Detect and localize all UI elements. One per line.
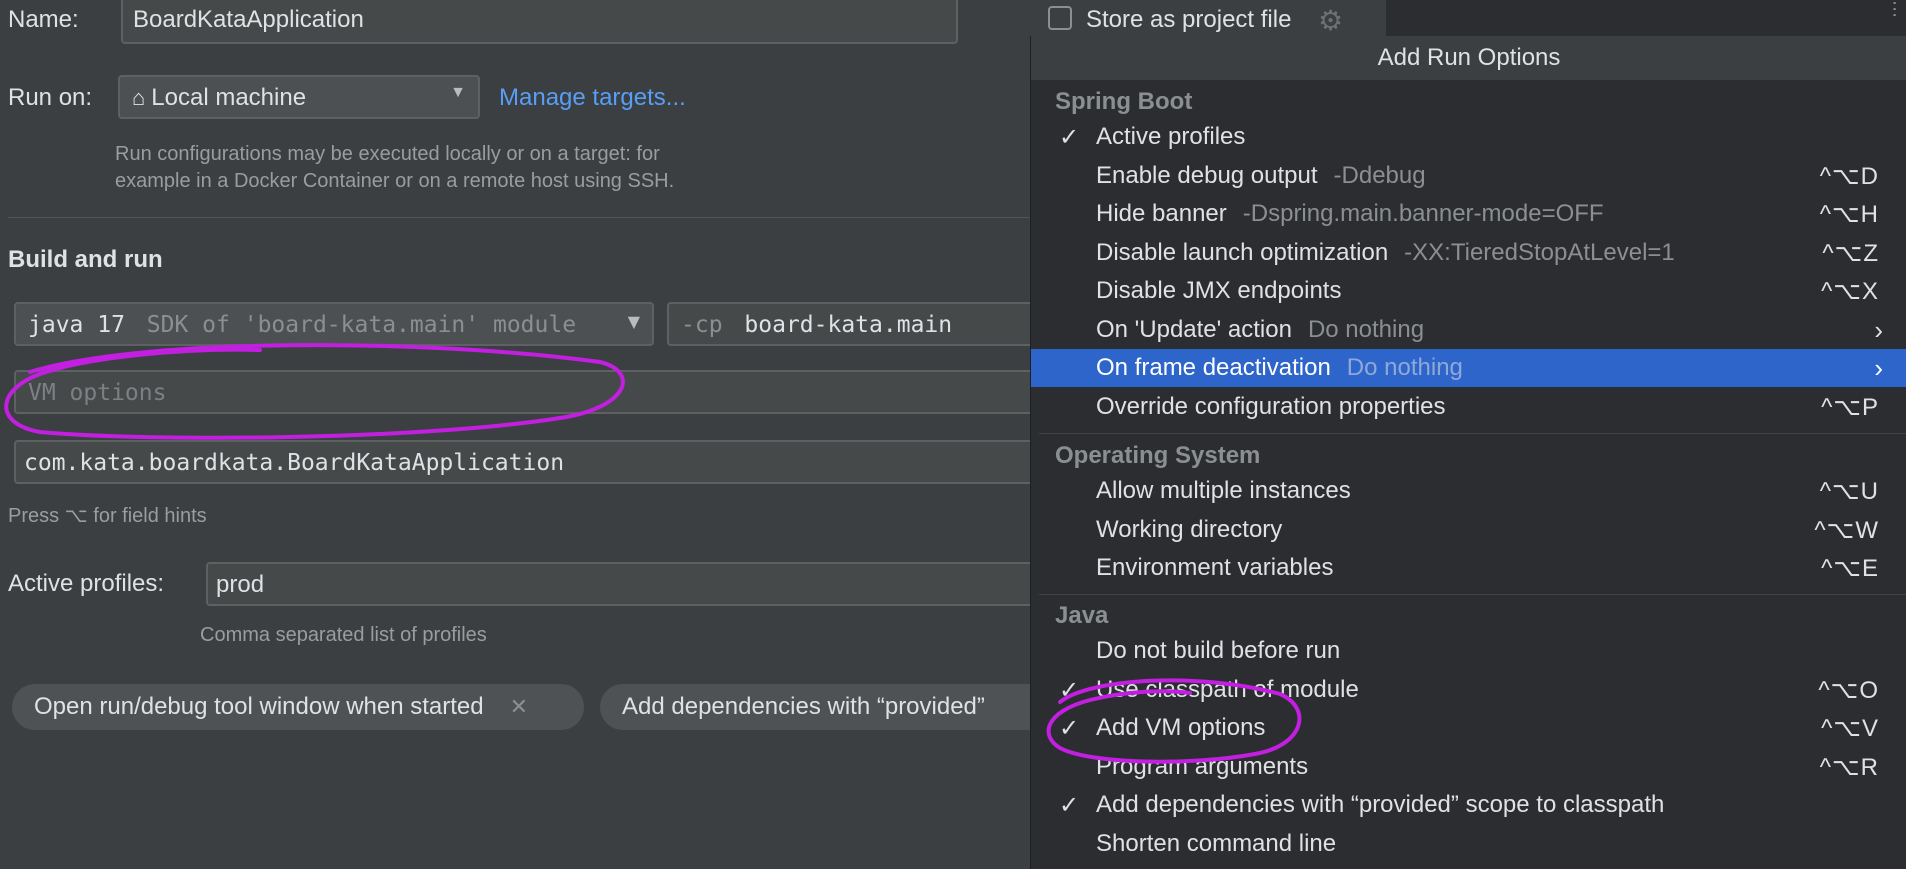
option-disable-launch-optimization[interactable]: Disable launch optimization -XX:TieredSto… (1031, 234, 1906, 272)
option-shortcut: ^⌥R (1819, 753, 1879, 781)
store-as-project-label: Store as project file (1086, 6, 1292, 33)
option-label: On 'Update' action (1096, 316, 1292, 343)
add-run-options-popup: Add Run Options Spring Boot ✓ Active pro… (1030, 36, 1906, 869)
cp-flag: -cp (681, 312, 723, 338)
option-label: Disable JMX endpoints (1096, 277, 1342, 304)
option-label: On frame deactivation (1096, 354, 1331, 381)
option-shortcut: ^⌥V (1821, 714, 1879, 742)
option-override-configuration-properties[interactable]: Override configuration properties ^⌥P (1031, 388, 1906, 426)
option-add-dependencies-provided[interactable]: ✓ Add dependencies with “provided” scope… (1031, 786, 1906, 824)
option-disable-jmx-endpoints[interactable]: Disable JMX endpoints ^⌥X (1031, 272, 1906, 310)
sdk-dropdown[interactable]: java 17 SDK of 'board-kata.main' module … (14, 302, 654, 346)
manage-targets-link[interactable]: Manage targets... (499, 84, 686, 112)
background-panel (1386, 0, 1906, 36)
close-icon[interactable]: ✕ (510, 694, 528, 720)
option-shortcut: ^⌥E (1821, 554, 1879, 582)
option-label: Environment variables (1096, 554, 1334, 581)
run-on-hint-line-2: example in a Docker Container or on a re… (115, 170, 675, 192)
cp-value: board-kata.main (744, 312, 953, 338)
run-on-hint-line-1: Run configurations may be executed local… (115, 143, 660, 165)
option-use-classpath-of-module[interactable]: ✓ Use classpath of module ^⌥O (1031, 671, 1906, 709)
chevron-down-icon: ▼ (450, 84, 466, 101)
option-label: Add dependencies with “provided” scope t… (1096, 791, 1665, 818)
option-shorten-command-line[interactable]: Shorten command line (1031, 825, 1906, 863)
option-label: Hide banner (1096, 200, 1227, 227)
option-on-update-action[interactable]: On 'Update' action Do nothing › (1031, 311, 1906, 349)
section-spring-boot: Spring Boot (1055, 88, 1193, 115)
run-on-label: Run on: (8, 84, 93, 111)
option-detail: Do nothing (1307, 316, 1425, 343)
option-shortcut: ^⌥X (1821, 277, 1879, 305)
active-profiles-hint: Comma separated list of profiles (200, 624, 487, 646)
sdk-detail: SDK of 'board-kata.main' module (146, 312, 577, 338)
option-label: Add VM options (1096, 714, 1266, 741)
option-detail: Do nothing (1346, 354, 1463, 381)
option-shortcut: ^⌥H (1819, 200, 1879, 228)
option-label: Program arguments (1096, 753, 1309, 780)
option-label: Do not build before run (1096, 637, 1341, 664)
option-shortcut: ^⌥P (1821, 393, 1879, 421)
chevron-right-icon: › (1874, 352, 1883, 383)
option-label: Enable debug output (1096, 162, 1318, 189)
sdk-java-version: java 17 (28, 312, 125, 338)
option-label: Override configuration properties (1096, 393, 1446, 420)
check-icon: ✓ (1058, 676, 1080, 704)
home-icon: ⌂ (132, 85, 146, 110)
option-working-directory[interactable]: Working directory ^⌥W (1031, 511, 1906, 549)
store-as-project-checkbox[interactable] (1048, 6, 1072, 30)
option-shortcut: ^⌥D (1819, 162, 1879, 190)
name-label: Name: (8, 6, 79, 33)
option-enable-debug-output[interactable]: Enable debug output -Ddebug ^⌥D (1031, 157, 1906, 195)
build-and-run-header: Build and run (8, 246, 163, 273)
divider (1039, 433, 1906, 434)
name-field[interactable]: BoardKataApplication (121, 0, 958, 44)
option-on-frame-deactivation[interactable]: On frame deactivation Do nothing › (1031, 349, 1906, 387)
option-add-vm-options[interactable]: ✓ Add VM options ^⌥V (1031, 709, 1906, 747)
chip-label: Open run/debug tool window when started (34, 693, 484, 720)
vm-options-field[interactable]: VM options (14, 370, 1044, 414)
divider (1039, 594, 1906, 595)
gear-icon[interactable]: ⚙ (1318, 4, 1343, 37)
option-shortcut: ^⌥W (1814, 516, 1879, 544)
run-on-dropdown[interactable]: ⌂ Local machine ▼ (118, 75, 480, 119)
option-active-profiles[interactable]: ✓ Active profiles (1031, 118, 1906, 156)
option-label: Active profiles (1096, 123, 1246, 150)
divider (8, 217, 1030, 218)
check-icon: ✓ (1058, 714, 1080, 742)
option-environment-variables[interactable]: Environment variables ^⌥E (1031, 549, 1906, 587)
main-class-field[interactable]: com.kata.boardkata.BoardKataApplication (14, 440, 1044, 484)
option-shortcut: ^⌥O (1818, 676, 1879, 704)
option-detail: -XX:TieredStopAtLevel=1 (1404, 239, 1675, 266)
option-shortcut: ^⌥U (1819, 477, 1879, 505)
section-operating-system: Operating System (1055, 442, 1261, 469)
option-detail: -Ddebug (1333, 162, 1426, 189)
side-tool-tab[interactable]: ⋯ (1878, 0, 1906, 36)
option-program-arguments[interactable]: Program arguments ^⌥R (1031, 748, 1906, 786)
option-hide-banner[interactable]: Hide banner -Dspring.main.banner-mode=OFF… (1031, 195, 1906, 233)
option-allow-multiple-instances[interactable]: Allow multiple instances ^⌥U (1031, 472, 1906, 510)
classpath-field[interactable]: -cp board-kata.main (667, 302, 1047, 346)
check-icon: ✓ (1058, 791, 1080, 819)
check-icon: ✓ (1058, 123, 1080, 151)
option-label: Disable launch optimization (1096, 239, 1389, 266)
popup-title: Add Run Options (1031, 36, 1906, 80)
chevron-down-icon: ▼ (627, 312, 640, 331)
field-hints-text: Press ⌥ for field hints (8, 505, 207, 527)
option-do-not-build-before-run[interactable]: Do not build before run (1031, 632, 1906, 670)
option-detail: -Dspring.main.banner-mode=OFF (1242, 200, 1604, 227)
chip-add-dependencies[interactable]: Add dependencies with “provided” (600, 684, 1060, 730)
option-label: Allow multiple instances (1096, 477, 1351, 504)
chevron-right-icon: › (1874, 314, 1883, 345)
chip-label: Add dependencies with “provided” (622, 693, 985, 720)
active-profiles-field[interactable]: prod (206, 562, 1046, 606)
active-profiles-label: Active profiles: (8, 570, 165, 597)
option-label: Working directory (1096, 516, 1283, 543)
run-on-value: Local machine (151, 84, 307, 111)
chip-open-tool-window[interactable]: Open run/debug tool window when started … (12, 684, 584, 730)
option-label: Use classpath of module (1096, 676, 1359, 703)
section-java: Java (1055, 602, 1109, 629)
option-shortcut: ^⌥Z (1822, 239, 1879, 267)
option-label: Shorten command line (1096, 830, 1337, 857)
